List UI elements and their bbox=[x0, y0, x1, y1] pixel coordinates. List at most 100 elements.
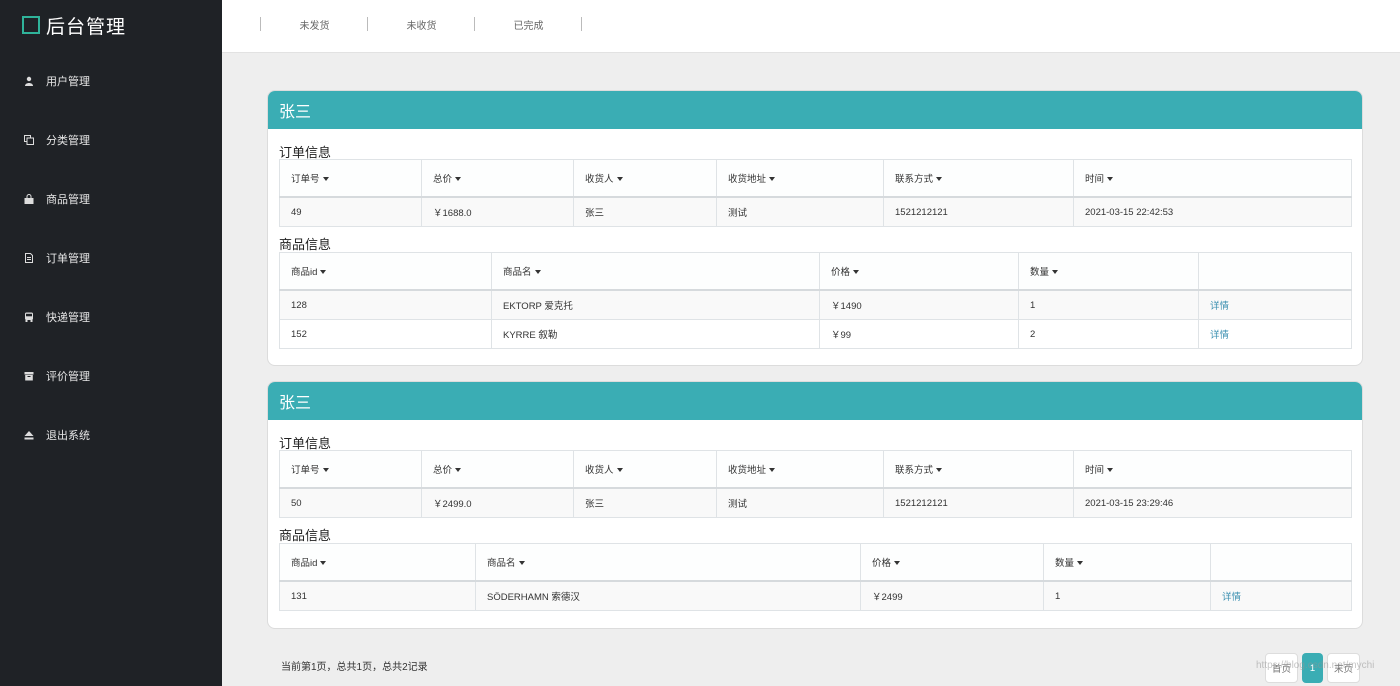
archive-icon bbox=[24, 371, 34, 381]
caret-down-icon bbox=[1077, 561, 1084, 566]
column-header-receiver[interactable]: 收货人 bbox=[573, 159, 717, 198]
sidebar-item-users[interactable]: 用户管理 bbox=[0, 70, 222, 92]
product-name-cell: EKTORP 爱克托 bbox=[491, 289, 820, 320]
quantity-cell: 1 bbox=[1043, 580, 1211, 611]
sidebar-item-label: 评价管理 bbox=[46, 371, 90, 383]
column-header-quantity[interactable]: 数量 bbox=[1043, 543, 1211, 582]
caret-down-icon bbox=[894, 561, 901, 566]
product-name-cell: KYRRE 叙勒 bbox=[491, 319, 820, 349]
detail-link[interactable]: 详情 bbox=[1210, 301, 1229, 312]
column-header-time[interactable]: 时间 bbox=[1073, 450, 1352, 489]
detail-cell: 详情 bbox=[1210, 580, 1352, 611]
sidebar-item-orders[interactable]: 订单管理 bbox=[0, 247, 222, 269]
order-table: 订单号 总价 收货人 收货地址 联系方式 时间 49 ￥1688.0 张三 测试… bbox=[279, 159, 1352, 227]
column-header-total[interactable]: 总价 bbox=[421, 450, 574, 489]
user-icon bbox=[24, 76, 34, 86]
app-title: 后台管理 bbox=[46, 16, 127, 38]
time-cell: 2021-03-15 23:29:46 bbox=[1073, 487, 1352, 518]
order-card-customer: 张三 bbox=[268, 382, 1362, 420]
sidebar-item-logout[interactable]: 退出系统 bbox=[0, 424, 222, 446]
caret-down-icon bbox=[936, 468, 943, 473]
tab-unreceived[interactable]: 未收货 bbox=[367, 17, 475, 32]
column-header-address[interactable]: 收货地址 bbox=[716, 159, 884, 198]
table-row: 152 KYRRE 叙勒 ￥99 2 详情 bbox=[279, 319, 1352, 349]
detail-link[interactable]: 详情 bbox=[1222, 592, 1241, 603]
column-header-price[interactable]: 价格 bbox=[819, 252, 1019, 291]
price-cell: ￥99 bbox=[819, 319, 1019, 349]
tab-completed[interactable]: 已完成 bbox=[474, 17, 582, 32]
caret-down-icon bbox=[936, 177, 943, 182]
order-no-cell: 50 bbox=[279, 487, 422, 518]
column-header-total[interactable]: 总价 bbox=[421, 159, 574, 198]
caret-down-icon bbox=[616, 468, 623, 473]
order-card: 张三 订单信息 订单号 总价 收货人 收货地址 联系方式 时间 50 ￥2499… bbox=[267, 381, 1363, 629]
shopping-bag-icon bbox=[24, 194, 34, 204]
column-header-product-id[interactable]: 商品id bbox=[279, 543, 476, 582]
eject-icon bbox=[24, 430, 34, 440]
column-header-price[interactable]: 价格 bbox=[860, 543, 1044, 582]
order-no-cell: 49 bbox=[279, 196, 422, 227]
column-header-product-name[interactable]: 商品名 bbox=[491, 252, 820, 291]
sidebar-item-reviews[interactable]: 评价管理 bbox=[0, 365, 222, 387]
product-table: 商品id 商品名 价格 数量 128 EKTORP 爱克托 ￥1490 1 详情… bbox=[279, 252, 1352, 349]
order-table: 订单号 总价 收货人 收货地址 联系方式 时间 50 ￥2499.0 张三 测试… bbox=[279, 450, 1352, 518]
table-row: 50 ￥2499.0 张三 测试 1521212121 2021-03-15 2… bbox=[279, 487, 1352, 518]
sidebar-item-express[interactable]: 快递管理 bbox=[0, 306, 222, 328]
sidebar-item-label: 退出系统 bbox=[46, 430, 90, 442]
receiver-cell: 张三 bbox=[573, 487, 717, 518]
total-cell: ￥1688.0 bbox=[421, 196, 574, 227]
caret-down-icon bbox=[616, 177, 623, 182]
detail-cell: 详情 bbox=[1198, 319, 1352, 349]
sidebar-item-label: 分类管理 bbox=[46, 135, 90, 147]
product-id-cell: 131 bbox=[279, 580, 476, 611]
caret-down-icon bbox=[769, 177, 776, 182]
sidebar-item-products[interactable]: 商品管理 bbox=[0, 188, 222, 210]
price-cell: ￥1490 bbox=[819, 289, 1019, 320]
caret-down-icon bbox=[1052, 270, 1059, 275]
column-header-quantity[interactable]: 数量 bbox=[1018, 252, 1199, 291]
price-cell: ￥2499 bbox=[860, 580, 1044, 611]
pagination-info: 当前第1页，总共1页，总共2记录 bbox=[281, 662, 428, 673]
address-cell: 测试 bbox=[716, 487, 884, 518]
column-header-receiver[interactable]: 收货人 bbox=[573, 450, 717, 489]
sidebar-item-label: 快递管理 bbox=[46, 312, 90, 324]
order-card: 张三 订单信息 订单号 总价 收货人 收货地址 联系方式 时间 49 ￥1688… bbox=[267, 90, 1363, 366]
tab-unshipped[interactable]: 未发货 bbox=[260, 17, 368, 32]
sidebar: 后台管理 用户管理 分类管理 商品管理 订单管理 快递管理 评价管理 退出系统 bbox=[0, 0, 222, 686]
tab-divider bbox=[581, 17, 582, 31]
column-header-order-no[interactable]: 订单号 bbox=[279, 450, 422, 489]
document-icon bbox=[24, 253, 34, 263]
caret-down-icon bbox=[322, 177, 329, 182]
table-row: 131 SÖDERHAMN 索德汉 ￥2499 1 详情 bbox=[279, 580, 1352, 611]
caret-down-icon bbox=[1107, 177, 1114, 182]
column-header-product-id[interactable]: 商品id bbox=[279, 252, 492, 291]
caret-down-icon bbox=[322, 468, 329, 473]
product-info-title: 商品信息 bbox=[279, 528, 332, 543]
time-cell: 2021-03-15 22:42:53 bbox=[1073, 196, 1352, 227]
quantity-cell: 1 bbox=[1018, 289, 1199, 320]
product-table: 商品id 商品名 价格 数量 131 SÖDERHAMN 索德汉 ￥2499 1… bbox=[279, 543, 1352, 611]
contact-cell: 1521212121 bbox=[883, 487, 1074, 518]
caret-down-icon bbox=[320, 561, 327, 566]
quantity-cell: 2 bbox=[1018, 319, 1199, 349]
column-header-time[interactable]: 时间 bbox=[1073, 159, 1352, 198]
column-header-actions bbox=[1198, 252, 1352, 291]
product-info-title: 商品信息 bbox=[279, 237, 332, 252]
detail-link[interactable]: 详情 bbox=[1210, 330, 1229, 341]
column-header-product-name[interactable]: 商品名 bbox=[475, 543, 861, 582]
product-id-cell: 152 bbox=[279, 319, 492, 349]
table-row: 49 ￥1688.0 张三 测试 1521212121 2021-03-15 2… bbox=[279, 196, 1352, 227]
column-header-order-no[interactable]: 订单号 bbox=[279, 159, 422, 198]
column-header-address[interactable]: 收货地址 bbox=[716, 450, 884, 489]
column-header-contact[interactable]: 联系方式 bbox=[883, 159, 1074, 198]
total-cell: ￥2499.0 bbox=[421, 487, 574, 518]
address-cell: 测试 bbox=[716, 196, 884, 227]
caret-down-icon bbox=[853, 270, 860, 275]
copy-icon bbox=[24, 135, 34, 145]
detail-cell: 详情 bbox=[1198, 289, 1352, 320]
caret-down-icon bbox=[518, 561, 525, 566]
column-header-contact[interactable]: 联系方式 bbox=[883, 450, 1074, 489]
product-name-cell: SÖDERHAMN 索德汉 bbox=[475, 580, 861, 611]
sidebar-item-categories[interactable]: 分类管理 bbox=[0, 129, 222, 151]
contact-cell: 1521212121 bbox=[883, 196, 1074, 227]
